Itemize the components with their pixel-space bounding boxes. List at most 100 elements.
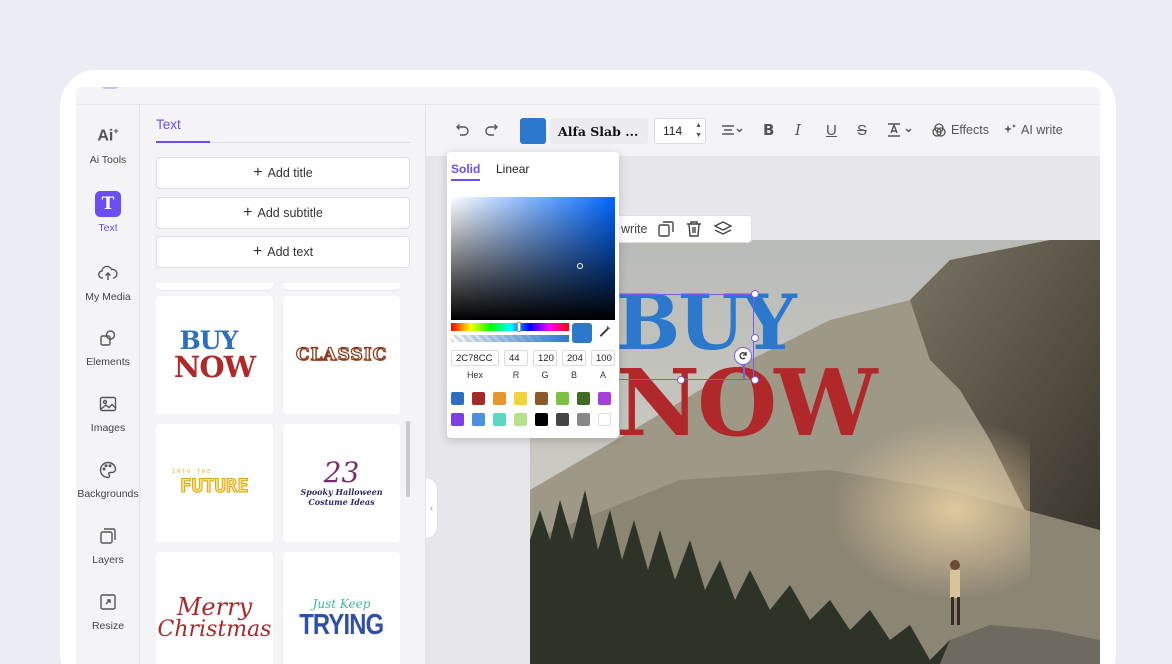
saturation-value-area[interactable]: [451, 197, 615, 320]
ai-write-label: AI write: [1021, 123, 1063, 137]
align-icon: [722, 125, 743, 135]
template-into-the-future[interactable]: INTO THE FUTURE: [156, 424, 273, 542]
template-spooky-halloween[interactable]: 23 Spooky Halloween Costume Ideas: [283, 424, 400, 542]
palette-swatch[interactable]: [535, 392, 548, 405]
rail-item-backgrounds[interactable]: Backgrounds: [76, 457, 140, 513]
plus-icon: +: [252, 243, 263, 260]
add-title-button[interactable]: + Add title: [156, 157, 410, 189]
shapes-icon: [95, 325, 121, 351]
resize-handle[interactable]: [677, 376, 685, 384]
palette-swatch[interactable]: [472, 392, 485, 405]
palette-swatch[interactable]: [493, 413, 506, 426]
resize-handle[interactable]: [751, 290, 759, 298]
palette-swatch[interactable]: [493, 392, 506, 405]
r-field[interactable]: 44: [504, 350, 528, 366]
alpha-slider[interactable]: [451, 335, 569, 342]
color-knob[interactable]: [577, 263, 583, 269]
color-picker-popup: Solid Linear 2C78CC 44 120 204 100 Hex R…: [447, 152, 619, 438]
chevron-left-icon: ‹: [429, 502, 434, 514]
add-title-label: Add title: [267, 166, 313, 180]
rail-item-ai-tools[interactable]: Ai+ Ai Tools: [76, 123, 140, 179]
tab-linear[interactable]: Linear: [496, 162, 529, 176]
layers-order-icon[interactable]: [713, 220, 733, 238]
template-text-classic: CLASSIC: [295, 344, 388, 365]
add-subtitle-button[interactable]: + Add subtitle: [156, 197, 410, 229]
palette-swatch[interactable]: [514, 413, 527, 426]
g-field[interactable]: 120: [533, 350, 557, 366]
template-merry-christmas[interactable]: Merry Christmas: [156, 552, 273, 664]
strikethrough-button[interactable]: S: [857, 117, 867, 143]
text-color-button[interactable]: [520, 118, 546, 144]
template-buy-now[interactable]: BUY NOW: [156, 296, 273, 414]
template-text-future: FUTURE: [180, 475, 250, 498]
palette-swatch[interactable]: [451, 413, 464, 426]
duplicate-icon[interactable]: [657, 220, 675, 238]
font-size-stepper[interactable]: ▲ ▼: [695, 121, 702, 141]
resize-handle[interactable]: [751, 376, 759, 384]
palette-swatch[interactable]: [577, 392, 590, 405]
tab-solid[interactable]: Solid: [451, 162, 480, 176]
ai-write-button[interactable]: AI write: [1003, 117, 1063, 143]
tab-text[interactable]: Text: [156, 117, 181, 132]
align-button[interactable]: [720, 117, 744, 143]
template-card-partial: [156, 283, 273, 291]
palette-swatch[interactable]: [535, 413, 548, 426]
effects-button[interactable]: Effects: [931, 117, 989, 143]
underline-button[interactable]: U: [826, 117, 837, 143]
canvas-area: Alfa Slab ... 114 ▲ ▼ B I U S Effects AI …: [426, 105, 1100, 664]
text-case-button[interactable]: [886, 117, 916, 143]
bold-icon: B: [763, 121, 775, 139]
trash-icon[interactable]: [685, 220, 703, 238]
font-size-input[interactable]: 114 ▲ ▼: [654, 118, 706, 144]
add-text-button[interactable]: + Add text: [156, 236, 410, 268]
panel-collapse-handle[interactable]: ‹: [426, 477, 438, 539]
hue-slider[interactable]: [451, 322, 569, 332]
strikethrough-icon: S: [857, 121, 868, 139]
hex-field[interactable]: 2C78CC: [451, 350, 499, 366]
panel-scrollbar[interactable]: [406, 421, 410, 497]
a-field[interactable]: 100: [591, 350, 615, 366]
font-family-select[interactable]: Alfa Slab ...: [550, 118, 648, 144]
rail-item-layers[interactable]: Layers: [76, 523, 140, 579]
rail-item-resize[interactable]: Resize: [76, 589, 140, 645]
redo-icon: [485, 124, 498, 136]
sparkle-icon: [1004, 124, 1016, 133]
template-text-23: 23: [323, 456, 360, 489]
template-text-christmas: Christmas: [157, 617, 272, 642]
palette-swatch[interactable]: [598, 413, 611, 426]
selection-box[interactable]: [608, 290, 759, 384]
resize-handle[interactable]: [751, 334, 759, 342]
add-text-label: Add text: [267, 245, 314, 259]
b-field[interactable]: 204: [562, 350, 586, 366]
hue-knob[interactable]: [517, 322, 521, 332]
italic-icon: I: [795, 121, 801, 139]
template-card-partial: [283, 283, 400, 291]
rail-item-text[interactable]: T Text: [76, 191, 140, 247]
rotate-handle[interactable]: [734, 347, 752, 365]
solid-tab-underline: [451, 179, 480, 181]
template-classic[interactable]: CLASSIC: [283, 296, 400, 414]
ai-write-context-button[interactable]: write: [621, 222, 647, 236]
italic-button[interactable]: I: [795, 117, 801, 143]
undo-button[interactable]: [452, 117, 470, 143]
eyedropper-icon[interactable]: [599, 325, 611, 340]
rail-item-images[interactable]: Images: [76, 391, 140, 447]
template-text-trying: TRYING: [299, 608, 384, 641]
palette-swatch[interactable]: [514, 392, 527, 405]
palette-swatch[interactable]: [598, 392, 611, 405]
bold-button[interactable]: B: [763, 117, 774, 143]
palette-swatch[interactable]: [577, 413, 590, 426]
palette-swatch[interactable]: [472, 413, 485, 426]
palette-swatch[interactable]: [556, 392, 569, 405]
a-label: A: [599, 370, 606, 380]
palette-swatch[interactable]: [451, 392, 464, 405]
text-style-icon: [888, 123, 912, 137]
rail-item-my-media[interactable]: My Media: [76, 260, 140, 316]
redo-button[interactable]: [484, 117, 502, 143]
rail-item-elements[interactable]: Elements: [76, 325, 140, 381]
palette-swatch[interactable]: [556, 413, 569, 426]
template-just-keep-trying[interactable]: Just Keep TRYING: [283, 552, 400, 664]
rotate-handle-line: [743, 365, 745, 380]
rail-label: My Media: [85, 291, 131, 303]
plus-icon: +: [253, 164, 263, 181]
